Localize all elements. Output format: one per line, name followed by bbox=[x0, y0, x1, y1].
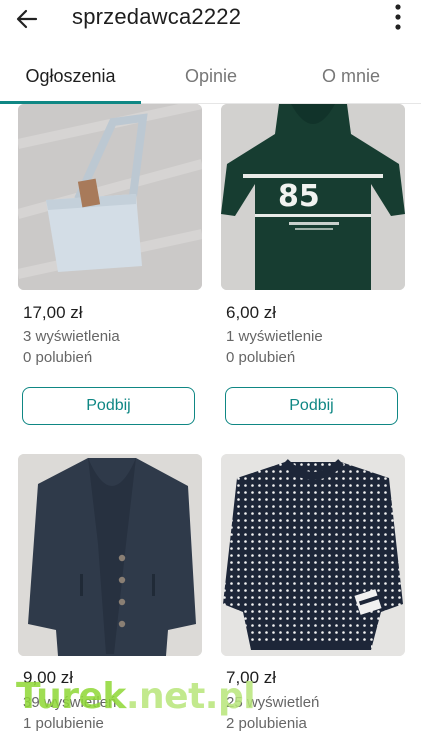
tab-listings[interactable]: Ogłoszenia bbox=[0, 48, 141, 104]
listing-photo-sweater[interactable] bbox=[221, 454, 405, 656]
boost-button[interactable]: Podbij bbox=[22, 387, 195, 425]
listings-grid: 17,00 zł 3 wyświetlenia 0 polubień Podbi… bbox=[0, 104, 421, 740]
back-arrow-icon[interactable] bbox=[12, 4, 42, 34]
watermark-part-1: Turek bbox=[16, 676, 126, 717]
profile-tabs: Ogłoszenia Opinie O mnie bbox=[0, 48, 421, 104]
listing-price: 17,00 zł bbox=[23, 303, 83, 322]
listing-views: 1 wyświetlenie bbox=[226, 328, 323, 345]
watermark-part-2: .net.pl bbox=[125, 676, 256, 717]
listing-likes: 1 polubienie bbox=[23, 715, 104, 732]
listing-likes: 0 polubień bbox=[23, 349, 93, 366]
hoodie-print-text: 85 bbox=[278, 179, 320, 214]
listing-photo-cardigan[interactable] bbox=[18, 454, 202, 656]
listing-price: 6,00 zł bbox=[226, 303, 277, 322]
tab-about[interactable]: O mnie bbox=[281, 48, 421, 103]
listing-views: 3 wyświetlenia bbox=[23, 328, 120, 345]
page-title: sprzedawca2222 bbox=[72, 4, 242, 29]
boost-button[interactable]: Podbij bbox=[225, 387, 398, 425]
tab-reviews[interactable]: Opinie bbox=[141, 48, 281, 103]
listing-photo-hoodie[interactable]: 85 bbox=[221, 104, 405, 290]
listing-likes: 0 polubień bbox=[226, 349, 296, 366]
listing-photo-bag[interactable] bbox=[18, 104, 202, 290]
more-options-icon[interactable] bbox=[389, 2, 407, 32]
top-app-bar: sprzedawca2222 bbox=[0, 0, 421, 48]
watermark-logo: Turek.net.pl bbox=[16, 676, 256, 717]
listing-likes: 2 polubienia bbox=[226, 715, 307, 732]
